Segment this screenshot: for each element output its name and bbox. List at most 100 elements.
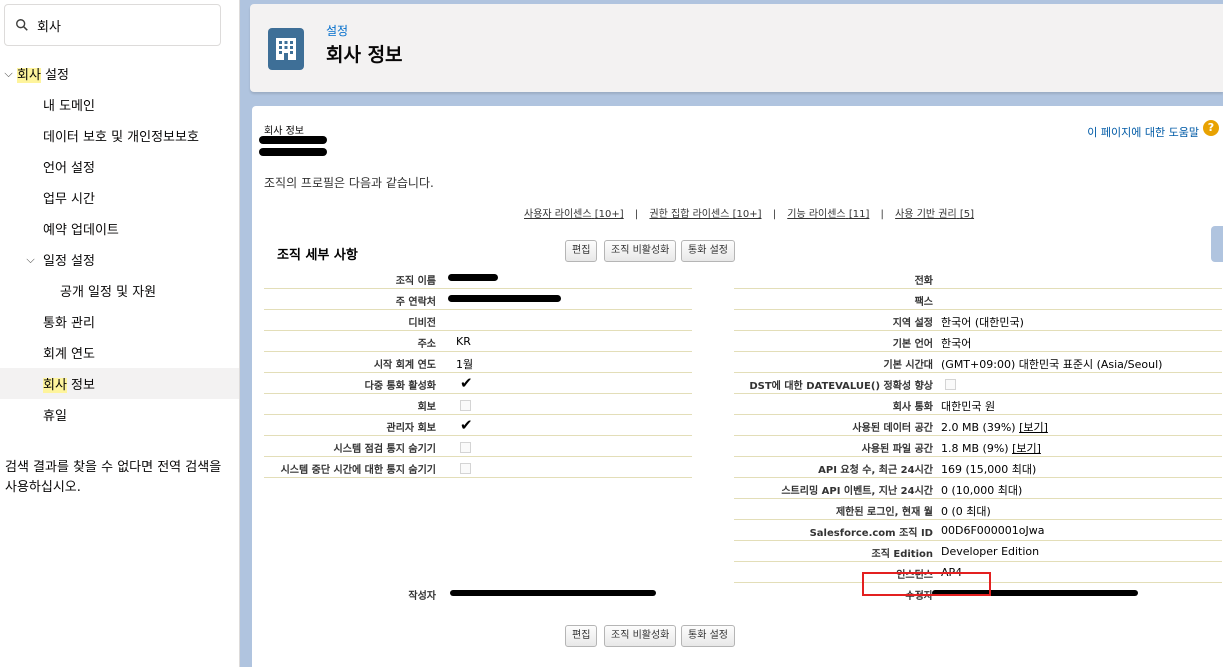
tree-item-label: 통화 관리 — [43, 316, 95, 331]
chevron-down-icon[interactable]: ⌵ — [0, 67, 17, 81]
feature-licenses-link[interactable]: 기능 라이센스 [11] — [787, 209, 869, 220]
tree-item-fiscal-year[interactable]: 회계 연도 — [0, 337, 239, 368]
locale-label: 지역 설정 — [892, 318, 933, 329]
usage-based-entitlements-link[interactable]: 사용 기반 권리 [5] — [895, 209, 974, 220]
help-icon[interactable]: ? — [1203, 120, 1219, 136]
restricted-logins-value: 0 (0 최대) — [941, 505, 991, 518]
search-icon — [16, 19, 28, 31]
table-row: 작성자 수정자 — [264, 583, 1222, 604]
tree-item-data-protection[interactable]: 데이터 보호 및 개인정보보호 — [0, 120, 239, 151]
tree-item-company-information[interactable]: 회사 정보 — [0, 368, 239, 399]
tree-item-label: 회계 연도 — [43, 347, 95, 362]
api-requests-value: 169 (15,000 최대) — [941, 463, 1037, 476]
tree-item-company-settings[interactable]: ⌵ 회사 설정 — [0, 58, 239, 89]
tree-item-public-calendars[interactable]: 공개 일정 및 자원 — [0, 275, 239, 306]
view-file-space-link[interactable]: [보기] — [1012, 442, 1041, 455]
setup-sidebar: ⌵ 회사 설정 내 도메인 데이터 보호 및 개인정보보호 언어 설정 업무 시… — [0, 0, 239, 667]
hide-maintenance-label: 시스템 점검 통지 숨기기 — [333, 444, 436, 455]
default-language-value: 한국어 — [941, 337, 972, 350]
table-row: 주소 KR 기본 언어 한국어 — [264, 331, 1222, 352]
chevron-down-icon[interactable]: ⌵ — [22, 253, 39, 267]
tree-item-calendar-settings[interactable]: ⌵ 일정 설정 — [0, 244, 239, 275]
multi-currency-label: 다중 통화 활성화 — [364, 381, 436, 392]
no-results-note: 검색 결과를 찾을 수 없다면 전역 검색을 사용하십시오. — [5, 460, 222, 495]
tree-item-currency-management[interactable]: 통화 관리 — [0, 306, 239, 337]
org-name-label: 조직 이름 — [395, 276, 436, 287]
tree-item-scheduled-updates[interactable]: 예약 업데이트 — [0, 213, 239, 244]
license-links: 사용자 라이센스 [10+] | 권한 집합 라이센스 [10+] | 기능 라… — [524, 205, 974, 220]
table-row: 주 연락처 팩스 — [264, 289, 1222, 310]
data-space-used-value: 2.0 MB (39%) [보기] — [941, 421, 1048, 434]
edit-button-bottom[interactable]: 편집 — [565, 625, 598, 647]
collapse-tab[interactable] — [1211, 226, 1223, 262]
default-timezone-value: (GMT+09:00) 대한민국 표준시 (Asia/Seoul) — [941, 358, 1163, 371]
help-link[interactable]: 이 페이지에 대한 도움말 — [1087, 124, 1199, 140]
org-id-label: Salesforce.com 조직 ID — [809, 528, 933, 539]
primary-contact-label: 주 연락처 — [395, 297, 436, 308]
redacted-value — [448, 274, 498, 281]
tree-item-label: 언어 설정 — [43, 161, 95, 176]
address-value: KR — [456, 335, 471, 348]
redacted-value — [450, 590, 656, 596]
tree-item-label: 내 도메인 — [43, 99, 95, 114]
org-edition-label: 조직 Edition — [871, 549, 934, 560]
tree-item-holidays[interactable]: 휴일 — [0, 399, 239, 430]
locale-value: 한국어 (대한민국) — [941, 316, 1024, 329]
corporate-currency-label: 회사 통화 — [892, 402, 933, 413]
hide-downtime-checkbox — [460, 463, 471, 474]
default-language-label: 기본 언어 — [892, 339, 933, 350]
fax-label: 팩스 — [914, 297, 933, 308]
file-space-used-value: 1.8 MB (9%) [보기] — [941, 442, 1041, 455]
tree-item-my-domain[interactable]: 내 도메인 — [0, 89, 239, 120]
address-label: 주소 — [417, 339, 436, 350]
tree-item-business-hours[interactable]: 업무 시간 — [0, 182, 239, 213]
newsletter-checkbox — [460, 400, 471, 411]
separator: | — [772, 209, 777, 220]
hide-downtime-label: 시스템 중단 시간에 대한 통지 숨기기 — [280, 465, 436, 476]
currency-setup-button-bottom[interactable]: 통화 설정 — [681, 625, 735, 647]
redacted-org-name — [259, 136, 327, 144]
datevalue-dst-checkbox — [945, 379, 956, 390]
tree-item-label: 예약 업데이트 — [43, 223, 119, 238]
separator: | — [880, 209, 884, 220]
default-timezone-label: 기본 시간대 — [883, 360, 933, 371]
api-requests-label: API 요청 수, 최근 24시간 — [818, 465, 933, 476]
quick-find-input[interactable] — [37, 17, 207, 33]
table-row: 관리자 회보 ✔ 사용된 데이터 공간 2.0 MB (39%) [보기] — [264, 415, 1222, 436]
division-label: 디비전 — [408, 318, 436, 329]
hide-maintenance-checkbox — [460, 442, 471, 453]
view-data-space-link[interactable]: [보기] — [1019, 421, 1048, 434]
table-row: 다중 통화 활성화 ✔ DST에 대한 DATEVALUE() 정확성 향상 — [264, 373, 1222, 394]
admin-newsletter-label: 관리자 회보 — [386, 423, 436, 434]
currency-setup-button[interactable]: 통화 설정 — [681, 240, 735, 262]
file-space-used-label: 사용된 파일 공간 — [861, 444, 933, 455]
redacted-value — [448, 295, 561, 302]
created-by-label: 작성자 — [408, 591, 436, 602]
streaming-api-label: 스트리밍 API 이벤트, 지난 24시간 — [781, 486, 933, 497]
table-row: 시스템 점검 통지 숨기기 사용된 파일 공간 1.8 MB (9%) [보기] — [264, 436, 1222, 457]
fiscal-year-start-value: 1월 — [456, 358, 474, 371]
section-subtitle: 회사 정보 — [264, 126, 304, 137]
fiscal-year-start-label: 시작 회계 연도 — [373, 360, 436, 371]
permission-set-licenses-link[interactable]: 권한 집합 라이센스 [10+] — [649, 209, 761, 220]
streaming-api-value: 0 (10,000 최대) — [941, 484, 1023, 497]
breadcrumb[interactable]: 설정 — [326, 22, 348, 39]
setup-tree: ⌵ 회사 설정 내 도메인 데이터 보호 및 개인정보보호 언어 설정 업무 시… — [0, 58, 239, 430]
page-header: 설정 회사 정보 — [250, 4, 1223, 92]
redacted-org-name — [259, 148, 327, 156]
tree-item-language-settings[interactable]: 언어 설정 — [0, 151, 239, 182]
quick-find-search[interactable] — [4, 4, 221, 46]
checkmark-icon: ✔ — [460, 374, 473, 392]
edit-button[interactable]: 편집 — [565, 240, 598, 262]
profile-description: 조직의 프로필은 다음과 같습니다. — [264, 176, 434, 190]
org-edition-value: Developer Edition — [941, 545, 1040, 558]
deactivate-org-button-bottom[interactable]: 조직 비활성화 — [604, 625, 677, 647]
deactivate-org-button[interactable]: 조직 비활성화 — [604, 240, 677, 262]
table-row: 시스템 중단 시간에 대한 통지 숨기기 API 요청 수, 최근 24시간 1… — [264, 457, 1222, 478]
user-licenses-link[interactable]: 사용자 라이센스 [10+] — [524, 209, 624, 220]
table-row: 스트리밍 API 이벤트, 지난 24시간 0 (10,000 최대) — [264, 478, 1222, 499]
tree-item-label: 회사 정보 — [43, 378, 95, 393]
company-info-card: 회사 정보 이 페이지에 대한 도움말 ? 조직의 프로필은 다음과 같습니다.… — [252, 106, 1223, 667]
table-row: 디비전 지역 설정 한국어 (대한민국) — [264, 310, 1222, 331]
checkmark-icon: ✔ — [460, 416, 473, 434]
